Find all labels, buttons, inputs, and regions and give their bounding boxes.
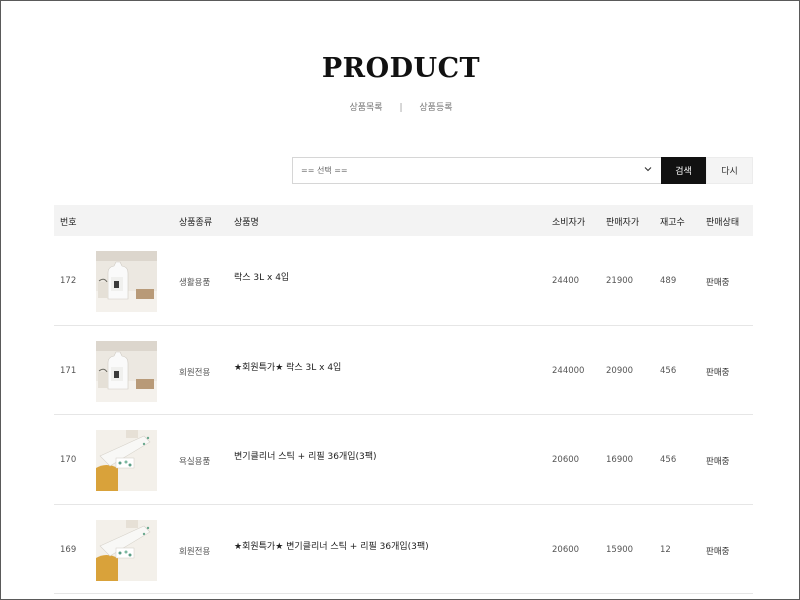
table-header: 번호 상품종류 상품명 소비자가 판매자가 재고수 판매상태	[54, 205, 753, 236]
search-button[interactable]: 검색	[661, 157, 706, 184]
chevron-down-icon	[644, 167, 652, 172]
consumer-price: 24400	[552, 276, 580, 286]
column-header-sale-price: 판매자가	[606, 218, 640, 228]
nav-link-product-list[interactable]: 상품목록	[349, 103, 382, 113]
category-select[interactable]: == 선택 ==	[292, 157, 661, 184]
row-number: 172	[60, 276, 77, 286]
product-type: 욕실용품	[179, 457, 211, 467]
sale-price: 15900	[606, 544, 634, 555]
bottle-image	[96, 340, 157, 402]
sale-status: 판매중	[706, 278, 730, 288]
sale-price: 20900	[606, 365, 634, 376]
product-name-link[interactable]: 변기클리너 스틱 + 리필 36개입(3팩)	[234, 449, 377, 462]
table-row[interactable]: 170 욕실용품 변기클리너 스틱 + 리필 36개입(3팩) 20600 16…	[54, 415, 753, 505]
product-thumbnail[interactable]	[96, 251, 157, 312]
toilet-cleaner-image	[96, 519, 157, 581]
product-type: 회원전용	[179, 546, 211, 557]
nav-link-product-register[interactable]: 상품등록	[419, 103, 452, 113]
page-frame: PRODUCT 상품목록 | 상품등록 == 선택 == 검색 다시 번호 상품…	[0, 0, 800, 600]
reset-button[interactable]: 다시	[706, 157, 753, 184]
table-row[interactable]: 171 회원전용 ★회원특가★ 락스 3L x 4입 244000 20900	[54, 326, 753, 415]
column-header-status: 판매상태	[706, 218, 740, 228]
sale-price: 16900	[606, 455, 634, 465]
stock-count: 456	[660, 365, 677, 376]
row-number: 170	[60, 455, 77, 465]
column-header-stock: 재고수	[660, 218, 685, 228]
sub-navigation: 상품목록 | 상품등록	[1, 100, 799, 113]
column-header-number: 번호	[60, 218, 77, 228]
stock-count: 489	[660, 276, 677, 286]
toilet-cleaner-image	[96, 430, 157, 491]
product-table: 번호 상품종류 상품명 소비자가 판매자가 재고수 판매상태 172 생활용품 …	[54, 205, 753, 594]
column-header-name: 상품명	[234, 218, 259, 228]
consumer-price: 20600	[552, 455, 580, 465]
stock-count: 456	[660, 455, 677, 465]
sale-price: 21900	[606, 276, 634, 286]
sale-status: 판매중	[706, 546, 730, 557]
product-type: 회원전용	[179, 367, 211, 378]
column-header-type: 상품종류	[179, 218, 213, 228]
category-select-value: == 선택 ==	[301, 166, 348, 175]
table-row[interactable]: 169 회원전용 ★회원특가★ 변기클리너 스틱 + 리필 36개입(3팩) 2	[54, 505, 753, 594]
product-thumbnail[interactable]	[96, 519, 157, 581]
table-row[interactable]: 172 생활용품 락스 3L x 4입 24400 21900 489 판매중	[54, 236, 753, 326]
sale-status: 판매중	[706, 367, 730, 378]
column-header-consumer-price: 소비자가	[552, 218, 586, 228]
nav-separator: |	[399, 103, 403, 113]
sale-status: 판매중	[706, 457, 730, 467]
product-name-link[interactable]: ★회원특가★ 변기클리너 스틱 + 리필 36개입(3팩)	[234, 539, 429, 552]
product-type: 생활용품	[179, 278, 211, 288]
consumer-price: 244000	[552, 365, 585, 376]
product-name-link[interactable]: ★회원특가★ 락스 3L x 4입	[234, 360, 341, 373]
bottle-image	[96, 251, 157, 312]
consumer-price: 20600	[552, 544, 580, 555]
row-number: 169	[60, 544, 77, 555]
page-title: PRODUCT	[321, 53, 481, 84]
product-name-link[interactable]: 락스 3L x 4입	[234, 270, 289, 283]
product-thumbnail[interactable]	[96, 340, 157, 402]
search-bar: == 선택 == 검색 다시	[292, 157, 753, 184]
stock-count: 12	[660, 544, 671, 555]
product-thumbnail[interactable]	[96, 430, 157, 491]
row-number: 171	[60, 365, 77, 376]
